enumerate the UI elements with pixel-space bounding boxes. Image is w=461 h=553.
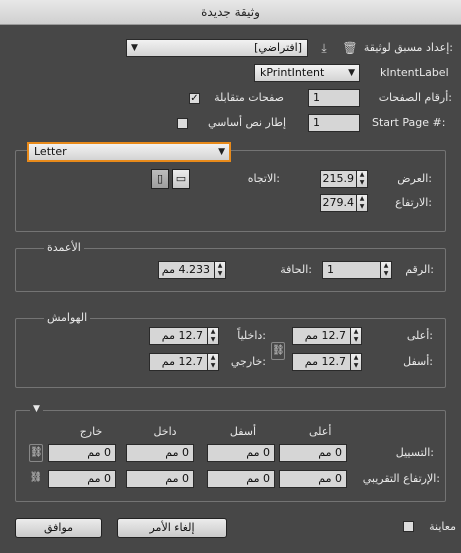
columns-number-label: :الرقم [405, 263, 434, 276]
facing-pages-checkbox[interactable]: ✓ [189, 93, 200, 104]
height-stepper[interactable]: ▲ ▼ [356, 194, 368, 212]
margin-outside-input[interactable]: 12.7 مم [149, 353, 208, 371]
intent-select[interactable]: kPrintIntent ▼ [254, 64, 360, 82]
gutter-label: :الحافة [280, 263, 312, 276]
height-label: :الارتفاع [395, 196, 432, 209]
document-preset-value: [افتراضي] [254, 41, 302, 54]
preview-label: معاينة [429, 520, 456, 533]
margin-outside-label: :خارجي [230, 355, 266, 368]
bleed-col-outside: خارج [79, 425, 103, 438]
width-input[interactable]: 215.9 مم [320, 170, 357, 188]
slug-outside-input[interactable]: 0 مم [48, 470, 116, 488]
save-preset-icon[interactable]: ⤓ [316, 40, 332, 56]
chevron-down-icon: ▼ [348, 68, 355, 78]
slug-bottom-input[interactable]: 0 مم [207, 470, 275, 488]
document-preset-select[interactable]: [افتراضي] ▼ [126, 39, 308, 57]
number-of-pages-input[interactable]: 1 [308, 89, 360, 107]
columns-number-stepper[interactable]: ▲ ▼ [380, 261, 392, 279]
start-page-input[interactable]: 1 [308, 114, 360, 132]
bleed-slug-toggle-icon[interactable]: ▼ [30, 402, 43, 416]
margin-bottom-stepper[interactable]: ▲ ▼ [350, 353, 362, 371]
height-input[interactable]: 279.4 مم [320, 194, 357, 212]
margins-title: الهوامش [44, 311, 91, 325]
bleed-label: :التسييل [395, 446, 434, 459]
chevron-down-icon: ▼ [131, 43, 138, 53]
link-icon[interactable]: ⛓ [29, 444, 43, 462]
margin-inside-stepper[interactable]: ▲ ▼ [207, 327, 219, 345]
bleed-outside-input[interactable]: 0 مم [48, 444, 116, 462]
broken-link-icon[interactable]: ⛓ [29, 470, 43, 488]
landscape-icon[interactable]: ▭ [172, 169, 190, 189]
page-size-value: Letter [34, 145, 67, 158]
margin-bottom-input[interactable]: 12.7 مم [292, 353, 351, 371]
bleed-col-inside: داخل [153, 425, 177, 438]
page-size-select[interactable]: Letter ▼ [28, 143, 230, 161]
link-icon[interactable]: ⛓ [271, 342, 285, 360]
facing-pages-label: صفحات متقابلة [214, 91, 284, 104]
orientation-label: :الاتجاه [247, 172, 280, 185]
intent-label: kIntentLabel [380, 66, 449, 79]
window-title: وثيقة جديدة [0, 0, 461, 25]
bleed-bottom-input[interactable]: 0 مم [207, 444, 275, 462]
master-text-frame-checkbox[interactable] [177, 118, 188, 129]
page-size-group [15, 150, 446, 232]
document-preset-label: :إعداد مسبق لوثيقة [363, 41, 453, 54]
preview-checkbox[interactable] [403, 521, 414, 532]
columns-number-input[interactable]: 1 [322, 261, 381, 279]
columns-title: الأعمدة [44, 241, 84, 255]
bleed-col-top: أعلى [309, 425, 332, 438]
slug-inside-input[interactable]: 0 مم [126, 470, 194, 488]
margin-outside-stepper[interactable]: ▲ ▼ [207, 353, 219, 371]
margin-top-input[interactable]: 12.7 مم [292, 327, 351, 345]
intent-value: kPrintIntent [260, 66, 325, 79]
margin-inside-label: :داخلياً [237, 329, 266, 342]
margin-bottom-label: :أسفل [403, 355, 433, 368]
margin-inside-input[interactable]: 12.7 مم [149, 327, 208, 345]
margin-top-stepper[interactable]: ▲ ▼ [350, 327, 362, 345]
bleed-col-bottom: أسفل [229, 425, 257, 438]
slug-label: :الإرتفاع التقريبي [362, 472, 440, 485]
trash-icon[interactable]: 🗑 [342, 40, 358, 56]
gutter-stepper[interactable]: ▲ ▼ [214, 261, 226, 279]
portrait-icon[interactable]: ▯ [151, 169, 169, 189]
width-stepper[interactable]: ▲ ▼ [356, 170, 368, 188]
gutter-input[interactable]: 4.233 مم [158, 261, 215, 279]
number-of-pages-label: :أرقام الصفحات [378, 91, 452, 104]
width-label: :العرض [397, 172, 432, 185]
cancel-button[interactable]: إلغاء الأمر [117, 518, 227, 538]
margin-top-label: :أعلى [406, 329, 433, 342]
master-text-frame-label: إطار نص أساسي [207, 116, 286, 129]
ok-button[interactable]: موافق [15, 518, 102, 538]
slug-top-input[interactable]: 0 مم [279, 470, 347, 488]
bleed-top-input[interactable]: 0 مم [279, 444, 347, 462]
chevron-down-icon: ▼ [218, 147, 225, 157]
bleed-inside-input[interactable]: 0 مم [126, 444, 194, 462]
start-page-label: Start Page #: [372, 116, 446, 129]
